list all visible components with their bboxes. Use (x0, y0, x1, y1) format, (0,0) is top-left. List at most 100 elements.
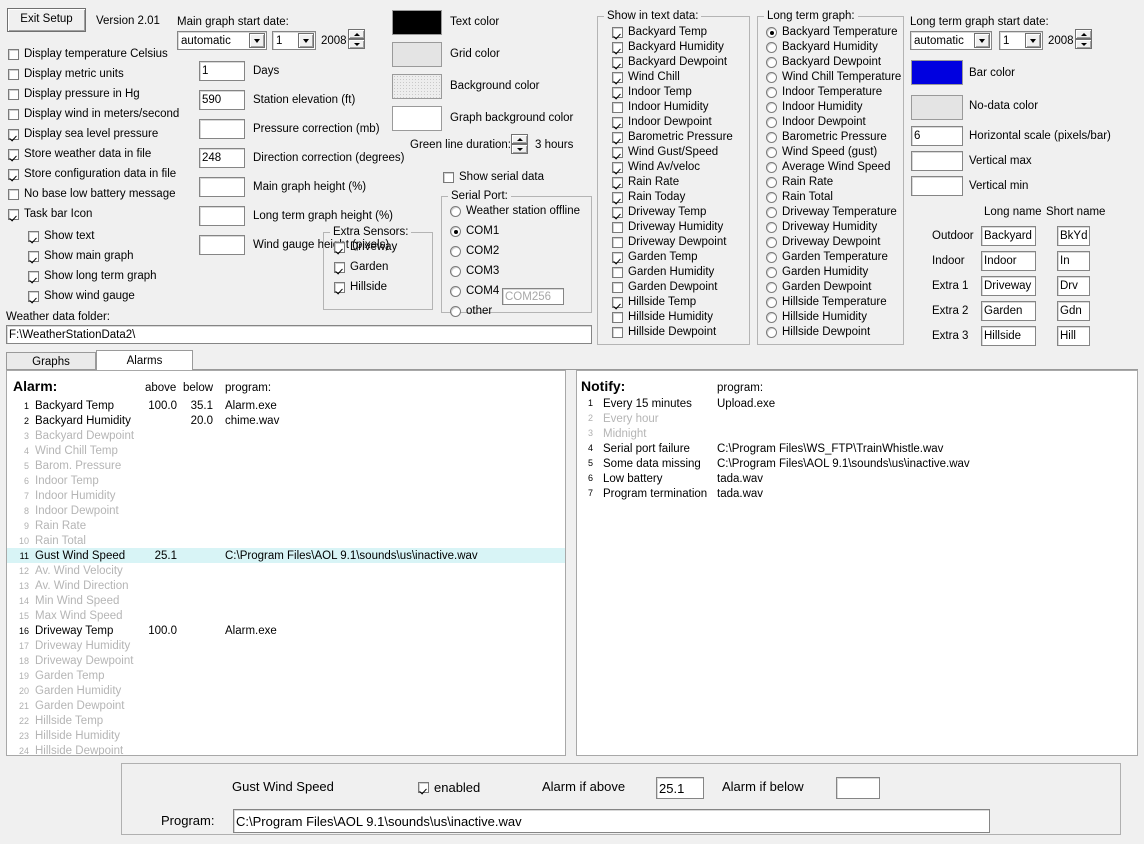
table-row[interactable]: 17 Driveway Humidity (7, 638, 565, 653)
checkbox-icon[interactable] (612, 117, 623, 128)
table-row[interactable]: 24 Hillside Dewpoint (7, 743, 565, 756)
bar-color-swatch[interactable] (911, 60, 963, 85)
checkbox-icon[interactable] (334, 262, 345, 273)
color-swatch-0[interactable] (392, 10, 442, 35)
extra-sensor-2[interactable]: Hillside (334, 281, 387, 294)
long-term-item-5[interactable]: Indoor Humidity (766, 101, 863, 114)
long-term-item-4[interactable]: Indoor Temperature (766, 86, 882, 99)
spinner-down-icon[interactable] (1075, 39, 1092, 49)
checkbox-icon[interactable] (612, 147, 623, 158)
main-graph-field-2[interactable] (199, 119, 245, 139)
spinner-up-icon[interactable] (511, 134, 528, 144)
text-data-item-17[interactable]: Garden Dewpoint (612, 281, 718, 294)
long-term-item-9[interactable]: Average Wind Speed (766, 161, 890, 174)
list-item[interactable]: 1 Every 15 minutes Upload.exe (577, 398, 1137, 413)
checkbox-icon[interactable] (8, 209, 19, 220)
green-line-spinner[interactable] (511, 134, 528, 154)
chevron-down-icon[interactable] (298, 33, 314, 48)
long-term-month-select[interactable]: automatic (910, 31, 992, 50)
checkbox-icon[interactable] (612, 192, 623, 203)
list-item[interactable]: 5 Some data missing C:\Program Files\AOL 9… (577, 458, 1137, 473)
table-row[interactable]: 2 Backyard Humidity 20.0 chime.wav (7, 413, 565, 428)
long-term-item-14[interactable]: Driveway Dewpoint (766, 236, 880, 249)
chevron-down-icon[interactable] (974, 33, 990, 48)
general-option-7[interactable]: No base low battery message (8, 188, 176, 201)
checkbox-icon[interactable] (334, 282, 345, 293)
main-graph-field-0[interactable]: 1 (199, 61, 245, 81)
radio-icon[interactable] (766, 162, 777, 173)
checkbox-icon[interactable] (334, 242, 345, 253)
radio-icon[interactable] (450, 306, 461, 317)
serial-port-other-input[interactable]: COM256 (502, 288, 564, 305)
text-data-item-14[interactable]: Driveway Dewpoint (612, 236, 726, 249)
long-term-item-11[interactable]: Rain Total (766, 191, 833, 204)
long-term-day-select[interactable]: 1 (999, 31, 1043, 50)
radio-icon[interactable] (766, 117, 777, 128)
table-row[interactable]: 5 Barom. Pressure (7, 458, 565, 473)
long-term-year-spinner[interactable] (1075, 29, 1092, 49)
checkbox-icon[interactable] (612, 267, 623, 278)
checkbox-icon[interactable] (612, 207, 623, 218)
list-item[interactable]: 2 Every hour (577, 413, 1137, 428)
radio-icon[interactable] (766, 252, 777, 263)
general-option-3[interactable]: Display wind in meters/second (8, 108, 179, 121)
radio-icon[interactable] (450, 266, 461, 277)
radio-icon[interactable] (766, 72, 777, 83)
radio-icon[interactable] (766, 42, 777, 53)
text-data-item-6[interactable]: Indoor Dewpoint (612, 116, 712, 129)
long-term-item-12[interactable]: Driveway Temperature (766, 206, 897, 219)
name-short-input-1[interactable]: In (1057, 251, 1090, 271)
text-data-item-0[interactable]: Backyard Temp (612, 26, 707, 39)
text-data-item-12[interactable]: Driveway Temp (612, 206, 706, 219)
checkbox-icon[interactable] (612, 42, 623, 53)
table-row[interactable]: 20 Garden Humidity (7, 683, 565, 698)
general-option-6[interactable]: Store configuration data in file (8, 168, 176, 181)
chevron-down-icon[interactable] (249, 33, 265, 48)
table-row[interactable]: 3 Backyard Dewpoint (7, 428, 565, 443)
long-term-item-7[interactable]: Barometric Pressure (766, 131, 887, 144)
long-term-item-13[interactable]: Driveway Humidity (766, 221, 877, 234)
text-data-item-9[interactable]: Wind Av/veloc (612, 161, 700, 174)
table-row[interactable]: 12 Av. Wind Velocity (7, 563, 565, 578)
text-data-item-15[interactable]: Garden Temp (612, 251, 697, 264)
main-graph-field-3[interactable]: 248 (199, 148, 245, 168)
checkbox-icon[interactable] (8, 169, 19, 180)
long-term-item-16[interactable]: Garden Humidity (766, 266, 868, 279)
tab-graphs[interactable]: Graphs (6, 352, 96, 370)
main-graph-day-select[interactable]: 1 (272, 31, 316, 50)
text-data-item-18[interactable]: Hillside Temp (612, 296, 696, 309)
weather-folder-input[interactable]: F:\WeatherStationData2\ (6, 325, 592, 344)
text-data-item-7[interactable]: Barometric Pressure (612, 131, 733, 144)
checkbox-icon[interactable] (612, 162, 623, 173)
text-data-item-3[interactable]: Wind Chill (612, 71, 680, 84)
alarm-list-panel[interactable]: Alarm: above below program: 1 Backyard Te… (6, 370, 566, 756)
checkbox-icon[interactable] (8, 149, 19, 160)
taskbar-option-1[interactable]: Show main graph (28, 250, 134, 263)
chevron-down-icon[interactable] (1025, 33, 1041, 48)
editor-above-input[interactable]: 25.1 (656, 777, 704, 799)
radio-icon[interactable] (450, 226, 461, 237)
main-graph-year-spinner[interactable] (348, 29, 365, 49)
long-term-item-19[interactable]: Hillside Humidity (766, 311, 867, 324)
long-term-item-3[interactable]: Wind Chill Temperature (766, 71, 901, 84)
serial-port-option-4[interactable]: COM4 (450, 285, 499, 298)
text-data-item-5[interactable]: Indoor Humidity (612, 101, 709, 114)
long-term-item-6[interactable]: Indoor Dewpoint (766, 116, 866, 129)
radio-icon[interactable] (766, 177, 777, 188)
text-data-item-16[interactable]: Garden Humidity (612, 266, 714, 279)
checkbox-icon[interactable] (612, 297, 623, 308)
checkbox-icon[interactable] (28, 271, 39, 282)
spinner-up-icon[interactable] (348, 29, 365, 39)
text-data-item-11[interactable]: Rain Today (612, 191, 685, 204)
table-row[interactable]: 18 Driveway Dewpoint (7, 653, 565, 668)
general-option-8[interactable]: Task bar Icon (8, 208, 92, 221)
general-option-4[interactable]: Display sea level pressure (8, 128, 158, 141)
table-row[interactable]: 16 Driveway Temp 100.0 Alarm.exe (7, 623, 565, 638)
tab-alarms[interactable]: Alarms (96, 350, 193, 370)
general-option-2[interactable]: Display pressure in Hg (8, 88, 140, 101)
long-term-item-15[interactable]: Garden Temperature (766, 251, 888, 264)
table-row[interactable]: 19 Garden Temp (7, 668, 565, 683)
checkbox-icon[interactable] (612, 237, 623, 248)
name-long-input-3[interactable]: Garden (981, 301, 1036, 321)
list-item[interactable]: 7 Program termination tada.wav (577, 488, 1137, 503)
